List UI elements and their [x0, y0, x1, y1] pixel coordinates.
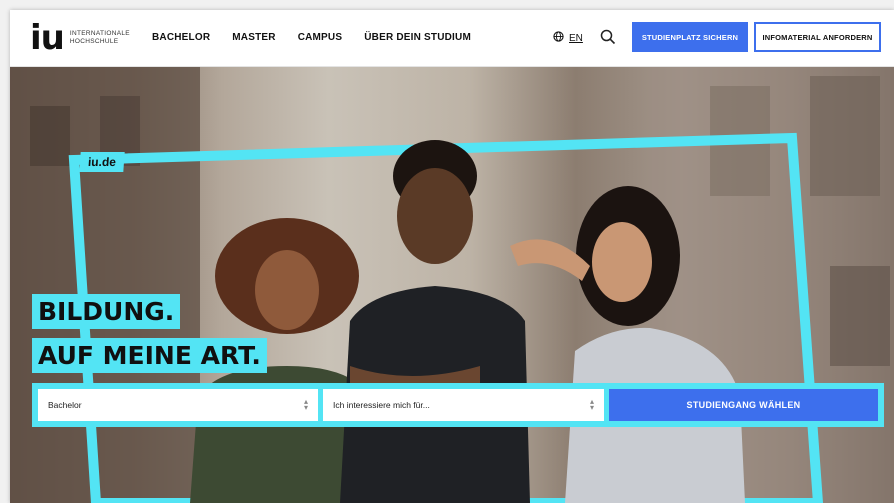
hero-headline-line-2: AUF MEINE ART.: [32, 338, 267, 373]
nav-item-bachelor[interactable]: BACHELOR: [152, 32, 210, 43]
logo-mark: iu: [30, 18, 65, 58]
page: iu INTERNATIONALE HOCHSCHULE BACHELOR MA…: [10, 10, 894, 503]
hero-photo: [10, 66, 894, 503]
nav-item-master[interactable]: MASTER: [232, 32, 275, 43]
chevron-updown-icon: ▴ ▾: [303, 397, 308, 412]
search-icon[interactable]: [600, 29, 616, 50]
logo-line-1: INTERNATIONALE: [69, 30, 130, 37]
hero-headline-line-1: BILDUNG.: [32, 294, 181, 329]
main-nav: BACHELOR MASTER CAMPUS ÜBER DEIN STUDIUM: [152, 32, 471, 43]
language-label: EN: [569, 32, 583, 44]
language-switcher[interactable]: EN: [553, 31, 583, 45]
choose-course-button[interactable]: STUDIENGANG WÄHLEN: [609, 389, 878, 421]
logo-wordmark: INTERNATIONALE HOCHSCHULE: [70, 30, 130, 46]
site-header: iu INTERNATIONALE HOCHSCHULE BACHELOR MA…: [10, 10, 894, 67]
nav-item-about-studies[interactable]: ÜBER DEIN STUDIUM: [364, 32, 471, 43]
degree-select-value: Bachelor: [48, 400, 82, 410]
chevron-updown-icon: ▴ ▾: [589, 397, 594, 412]
hero-banner: iu.de BILDUNG. AUF MEINE ART. Bachelor ▴…: [10, 66, 894, 503]
interest-select-value: Ich interessiere mich für...: [333, 400, 430, 410]
interest-select[interactable]: Ich interessiere mich für... ▴ ▾: [323, 389, 604, 421]
iu-logo[interactable]: iu INTERNATIONALE HOCHSCHULE: [30, 21, 130, 55]
nav-item-campus[interactable]: CAMPUS: [298, 32, 343, 43]
globe-icon: [553, 31, 564, 45]
degree-select[interactable]: Bachelor ▴ ▾: [38, 389, 318, 421]
logo-line-2: HOCHSCHULE: [69, 38, 119, 45]
secure-study-place-button[interactable]: STUDIENPLATZ SICHERN: [632, 22, 748, 52]
frame-tab-label: iu.de: [79, 152, 125, 172]
course-finder: Bachelor ▴ ▾ Ich interessiere mich für...…: [32, 383, 884, 427]
request-info-button[interactable]: INFOMATERIAL ANFORDERN: [754, 22, 881, 52]
